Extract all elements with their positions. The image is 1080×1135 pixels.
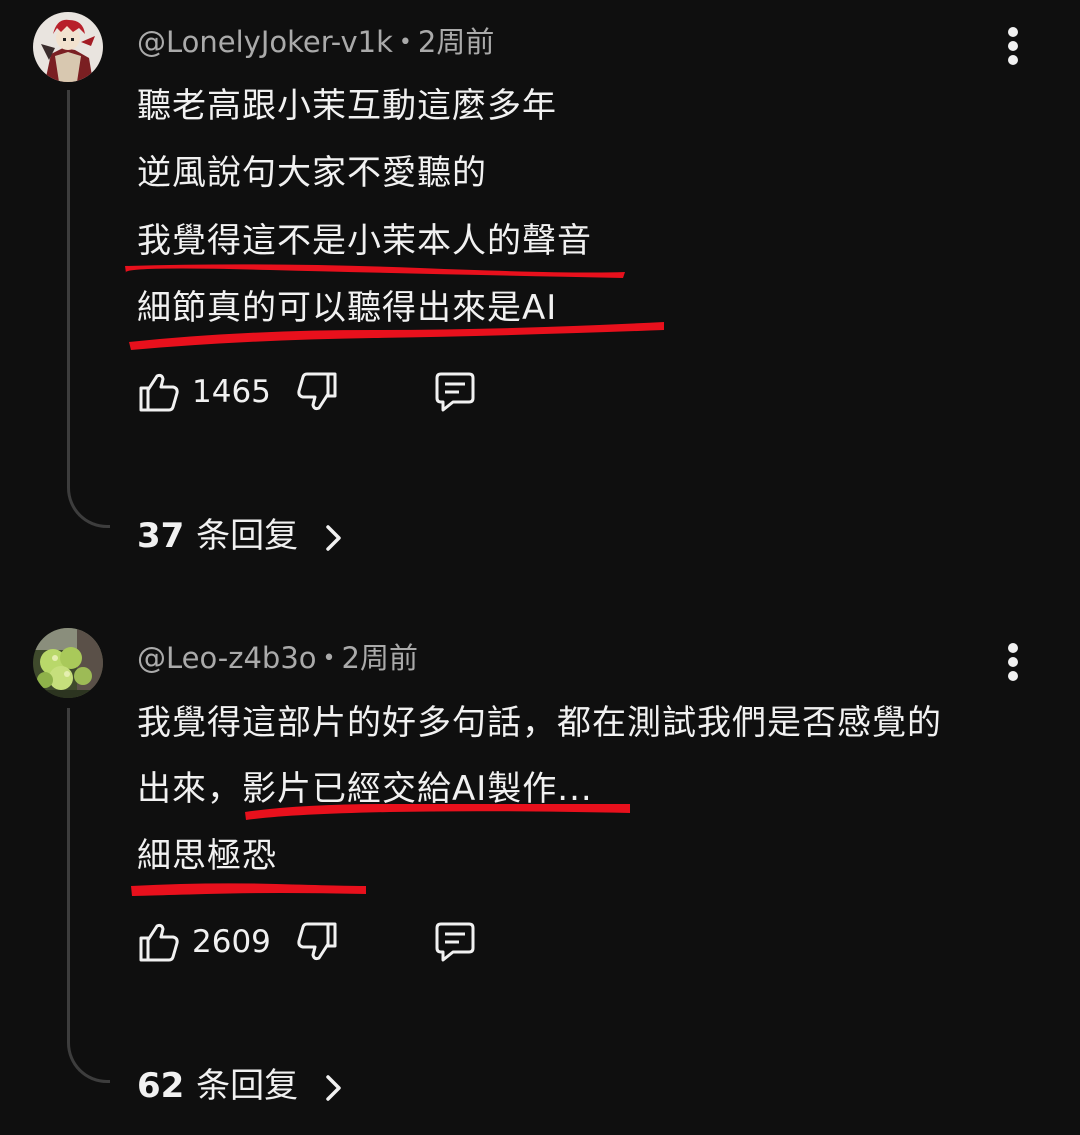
- replies-label: 条回复: [196, 1066, 299, 1106]
- red-underline-annotation: [131, 883, 366, 896]
- timestamp: 2周前: [341, 641, 418, 675]
- chevron-right-icon: [326, 524, 341, 551]
- thread-line: [67, 90, 110, 528]
- comment-meta: @LonelyJoker-v1k • 2周前: [137, 19, 494, 61]
- hydrangea-avatar[interactable]: [33, 628, 103, 698]
- joker-avatar[interactable]: [33, 12, 103, 82]
- more-options-button[interactable]: [998, 640, 1028, 684]
- comments-page: @LonelyJoker-v1k • 2周前 聽老高跟小茉互動這麼多年 逆風說句大家…: [0, 0, 1080, 1135]
- view-replies-button[interactable]: 62 条回复: [137, 1058, 344, 1107]
- replies-count: 37: [137, 516, 185, 556]
- comment-text-line: 我覺得這不是小茉本人的聲音: [137, 221, 592, 261]
- comment-meta: @Leo-z4b3o • 2周前: [137, 635, 418, 677]
- red-underline-annotation: [129, 322, 664, 350]
- replies-count: 62: [137, 1066, 185, 1106]
- like-count: 1465: [192, 374, 271, 410]
- thumb-up-icon[interactable]: [135, 368, 183, 416]
- author-handle[interactable]: @Leo-z4b3o: [137, 641, 317, 675]
- thumb-down-icon[interactable]: [293, 368, 341, 416]
- thumb-down-icon[interactable]: [293, 918, 341, 966]
- comment-text-line: 我覺得這部片的好多句話，都在測試我們是否感覺的: [137, 703, 942, 743]
- red-underline-annotation: [245, 804, 630, 820]
- chevron-right-icon: [326, 1074, 341, 1101]
- comment-text-line: 細思極恐: [137, 836, 277, 876]
- replies-label: 条回复: [196, 516, 299, 556]
- thumb-up-icon[interactable]: [135, 918, 183, 966]
- separator-dot: •: [398, 30, 412, 55]
- comment-2: @Leo-z4b3o • 2周前 我覺得這部片的好多句話，都在測試我們是否感覺的 出…: [0, 618, 1080, 1135]
- thread-line: [67, 708, 110, 1083]
- comment-text-line: 逆風說句大家不愛聽的: [137, 153, 487, 193]
- more-options-button[interactable]: [998, 24, 1028, 68]
- comment-icon[interactable]: [431, 368, 479, 416]
- comment-text-line: 聽老高跟小茉互動這麼多年: [137, 86, 557, 126]
- author-handle[interactable]: @LonelyJoker-v1k: [137, 25, 393, 59]
- view-replies-button[interactable]: 37 条回复: [137, 508, 344, 557]
- comment-1: @LonelyJoker-v1k • 2周前 聽老高跟小茉互動這麼多年 逆風說句大家…: [0, 0, 1080, 580]
- comment-actions: 1465: [135, 368, 495, 418]
- timestamp: 2周前: [417, 25, 495, 59]
- comment-icon[interactable]: [431, 918, 479, 966]
- comment-actions: 2609: [135, 918, 495, 968]
- like-count: 2609: [192, 924, 271, 960]
- separator-dot: •: [322, 646, 336, 671]
